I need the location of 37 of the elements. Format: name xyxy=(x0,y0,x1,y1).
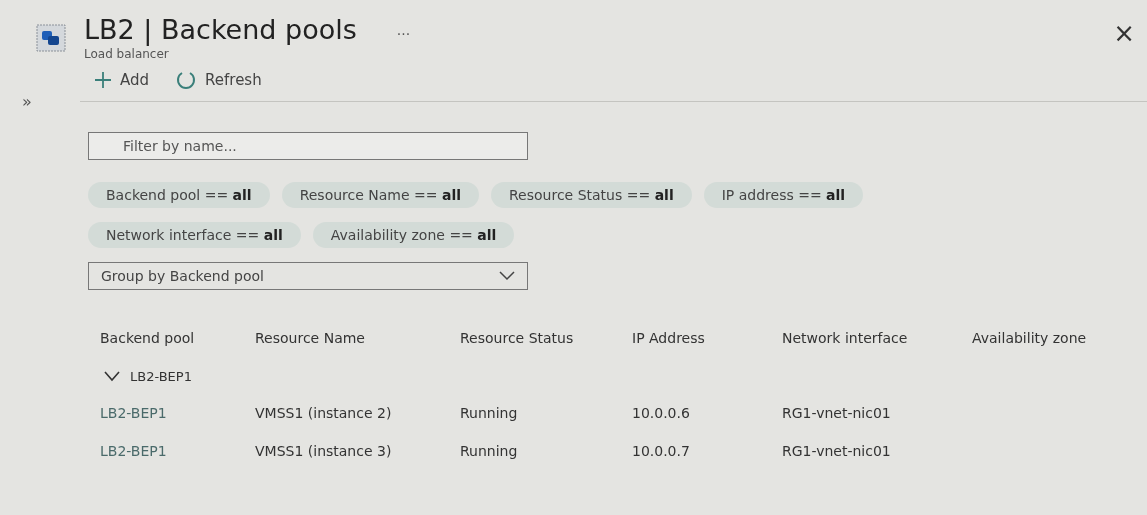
refresh-icon xyxy=(175,69,198,91)
column-header: IP Address xyxy=(632,330,706,346)
filter-pill[interactable]: Network interface == all xyxy=(88,222,301,248)
column-header: Resource Status xyxy=(460,330,575,346)
filter-field[interactable]: Filter by name... xyxy=(88,132,528,160)
expand-menu-icon[interactable]: » xyxy=(22,92,32,111)
filter-pill[interactable]: Resource Name == all xyxy=(281,182,479,208)
pool-link[interactable]: LB2-BEP1 xyxy=(100,405,255,421)
plus-icon xyxy=(94,71,112,89)
page-subtitle: Load balancer xyxy=(84,47,170,61)
chevron-down-icon xyxy=(499,271,515,281)
group-row[interactable]: LB2-BEP1 xyxy=(88,358,192,394)
table-cell-text: RG1-vnet-nic01 xyxy=(782,443,892,459)
table-cell-text: Running xyxy=(460,405,519,421)
group-by-dropdown[interactable]: Group by Backend pool xyxy=(88,262,528,290)
pool-link[interactable]: LB2-BEP1 xyxy=(100,443,255,459)
more-options-button[interactable]: ··· xyxy=(396,26,411,42)
column-header: Availability zone xyxy=(972,330,1088,346)
column-header: Backend pool xyxy=(100,330,196,346)
filter-pill[interactable]: IP address == all xyxy=(703,182,864,208)
table-cell-text: Running xyxy=(460,443,519,459)
page-title: LB2 | Backend pools xyxy=(84,14,357,45)
table-cell-text: 10.0.0.6 xyxy=(632,405,691,421)
load-balancer-icon xyxy=(36,24,66,52)
chevron-icon xyxy=(104,370,120,382)
table-cell-text: RG1-vnet-nic01 xyxy=(782,405,892,421)
filter-pill[interactable]: Availability zone == all xyxy=(312,222,515,248)
toolbar-button[interactable]: Add xyxy=(90,67,154,93)
filter-pill[interactable]: Resource Status == all xyxy=(491,182,692,208)
toolbar-button[interactable]: Refresh xyxy=(171,67,266,93)
table-cell-text: VMSS1 (instance 2) xyxy=(255,405,393,421)
column-header: Resource Name xyxy=(255,330,366,346)
filter-pill[interactable]: Backend pool == all xyxy=(88,182,270,208)
close-button[interactable]: × xyxy=(1113,18,1135,48)
table-cell-text: 10.0.0.7 xyxy=(632,443,691,459)
column-header: Network interface xyxy=(782,330,909,346)
table-cell-text: VMSS1 (instance 3) xyxy=(255,443,393,459)
